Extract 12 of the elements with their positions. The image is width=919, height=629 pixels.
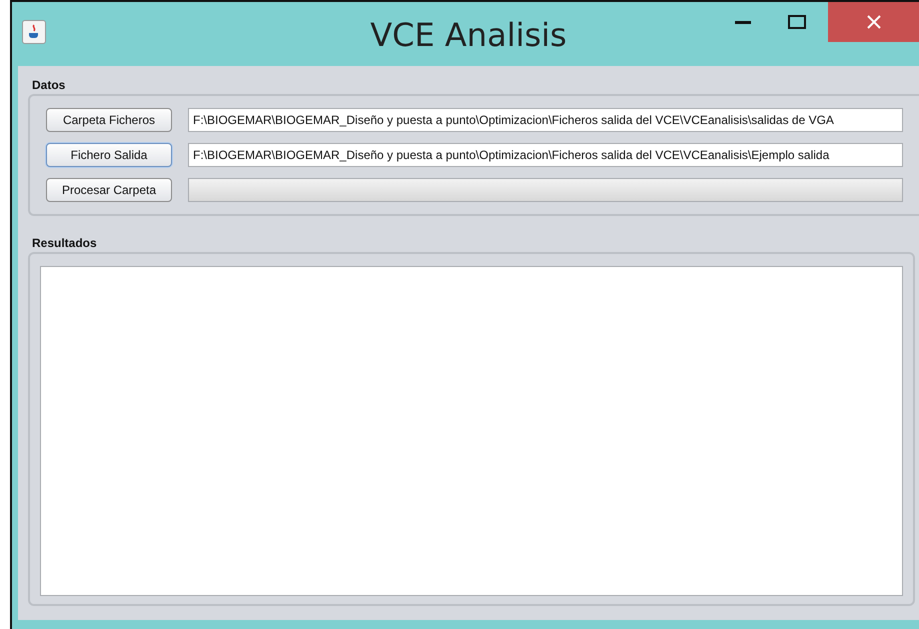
java-cup-icon xyxy=(22,20,46,44)
action-button[interactable]: Fichero Salida xyxy=(46,143,172,167)
window-title: VCE Analisis xyxy=(370,16,567,54)
action-button[interactable]: Procesar Carpeta xyxy=(46,178,172,202)
section-title: Datos xyxy=(32,78,66,92)
maximize-icon xyxy=(788,15,806,29)
close-icon xyxy=(866,15,880,29)
action-button[interactable]: Carpeta Ficheros xyxy=(46,108,172,132)
path-field[interactable]: F:\BIOGEMAR\BIOGEMAR_Diseño y puesta a punto\Optimizacion\Ficheros salida del VCE\VCEanalisis\salidas de VGA xyxy=(188,108,903,132)
minimize-icon xyxy=(735,20,751,24)
section-title: Resultados xyxy=(32,236,98,250)
path-field[interactable]: F:\BIOGEMAR\BIOGEMAR_Diseño y puesta a punto\Optimizacion\Ficheros salida del VCE\VCEanalisis\Ejemplo salida xyxy=(188,143,903,167)
